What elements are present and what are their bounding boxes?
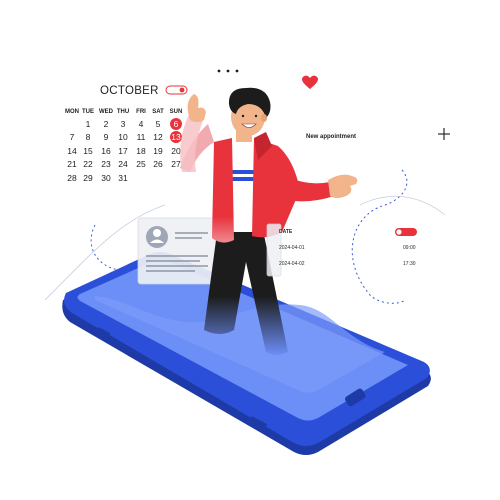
calendar-day[interactable]: 22 (83, 159, 93, 169)
weekday-label: THU (117, 109, 129, 115)
calendar-day[interactable]: 27 (171, 159, 181, 169)
scheduling-illustration: OCTOBER MON TUE WED THU FRI SAT SUN 1 2 3 4 5 67 8 9 1… (44, 69, 450, 455)
calendar-day[interactable]: 24 (118, 159, 128, 169)
calendar-day[interactable]: 2 (104, 119, 109, 129)
appointment-date: 2024-04-02 (279, 261, 305, 267)
calendar-day[interactable]: 21 (67, 159, 77, 169)
calendar-day[interactable]: 7 (70, 132, 75, 142)
appointment-toggle[interactable] (395, 228, 417, 236)
weekday-label: SUN (170, 109, 183, 115)
weekday-label: MON (65, 109, 79, 115)
weekday-row: MON TUE WED THU FRI SAT SUN (65, 109, 182, 115)
calendar-toggle[interactable] (165, 85, 188, 95)
calendar-day[interactable]: 25 (136, 159, 146, 169)
calendar-day[interactable]: 6 (174, 119, 179, 129)
three-dots-icon (217, 69, 239, 73)
appointment-time: 17:30 (403, 261, 416, 267)
calendar-day[interactable]: 12 (153, 132, 163, 142)
plus-icon (438, 128, 450, 140)
calendar-day[interactable]: 3 (121, 119, 126, 129)
calendar-day[interactable]: 15 (83, 146, 93, 156)
heart-icon (301, 75, 319, 89)
calendar-day[interactable]: 17 (118, 146, 128, 156)
calendar-day[interactable]: 13 (171, 132, 181, 142)
weekday-label: SAT (152, 109, 164, 115)
calendar-day[interactable]: 30 (101, 173, 111, 183)
calendar-day[interactable]: 19 (153, 146, 163, 156)
calendar-day[interactable]: 29 (83, 173, 93, 183)
calendar-day[interactable]: 5 (156, 119, 161, 129)
calendar-month: OCTOBER (100, 85, 159, 97)
calendar-day[interactable]: 20 (171, 146, 181, 156)
day-grid: 1 2 3 4 5 67 8 9 10 11 12 1314 15 16 17 18 19 2021 22 23 24 2… (67, 118, 182, 183)
calendar-day[interactable]: 18 (136, 146, 146, 156)
calendar-day[interactable]: 9 (104, 132, 109, 142)
calendar-day[interactable]: 16 (101, 146, 111, 156)
calendar-day[interactable]: 10 (118, 132, 128, 142)
weekday-label: WED (99, 109, 114, 115)
profile-card (137, 217, 219, 285)
calendar-day[interactable]: 14 (67, 146, 77, 156)
calendar-day[interactable]: 31 (118, 173, 128, 183)
weekday-label: FRI (136, 109, 146, 115)
appointment-time: 09:00 (403, 245, 416, 251)
calendar-day[interactable]: 8 (86, 132, 91, 142)
appointment-rows: 2024-04-01 09:00 2024-04-02 17:30 (279, 245, 416, 267)
calendar-day[interactable]: 4 (139, 119, 144, 129)
appointment-date: 2024-04-01 (279, 245, 305, 251)
weekday-label: TUE (82, 109, 94, 115)
calendar-day[interactable]: 28 (67, 173, 77, 183)
appointment-title: New appointment (306, 134, 356, 140)
calendar-widget: OCTOBER MON TUE WED THU FRI SAT SUN 1 2 3 4 5 67 8 9 1… (65, 85, 188, 183)
calendar-day[interactable]: 11 (137, 132, 146, 142)
calendar-day[interactable]: 23 (101, 159, 111, 169)
calendar-day[interactable]: 1 (86, 119, 91, 129)
calendar-day[interactable]: 26 (153, 159, 163, 169)
date-label: DATE (279, 229, 293, 235)
smartphone (62, 252, 431, 455)
